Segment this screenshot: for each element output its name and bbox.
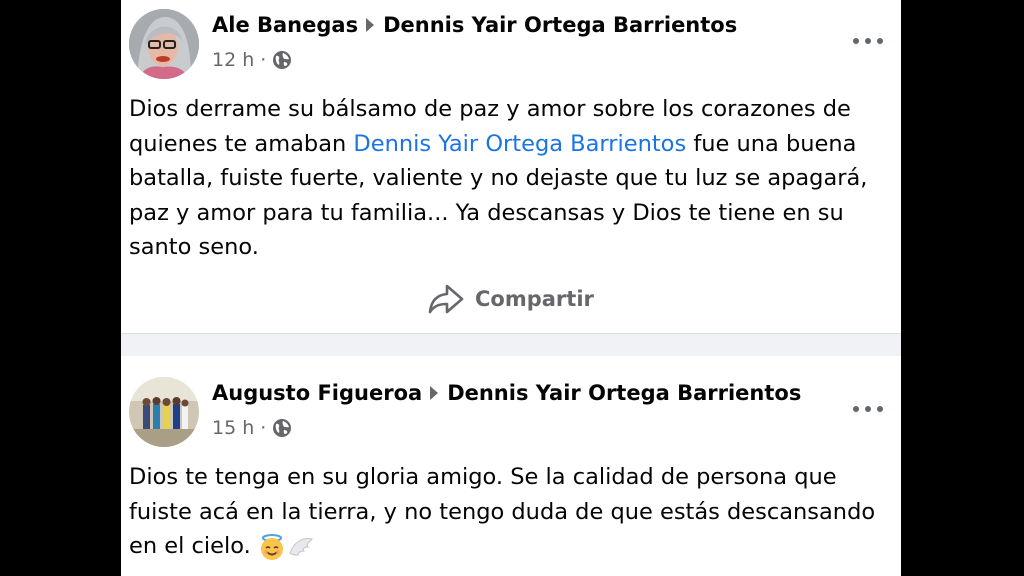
target-name[interactable]: Dennis Yair Ortega Barrientos (383, 13, 737, 37)
author-name[interactable]: Augusto Figueroa (212, 381, 422, 405)
target-name[interactable]: Dennis Yair Ortega Barrientos (447, 381, 801, 405)
post-meta: 12 h · (212, 49, 292, 71)
arrow-right-icon (366, 18, 375, 32)
post-time[interactable]: 15 h (212, 417, 254, 439)
author-avatar[interactable] (129, 377, 199, 447)
post-text: Dios derrame su bálsamo de paz y amor so… (129, 92, 889, 265)
post-header: Augusto Figueroa Dennis Yair Ortega Barr… (212, 381, 801, 405)
post-card: Augusto Figueroa Dennis Yair Ortega Barr… (121, 356, 901, 576)
feed: Ale Banegas Dennis Yair Ortega Barriento… (121, 0, 901, 576)
post-meta: 15 h · (212, 417, 292, 439)
halo-smile-emoji (260, 533, 283, 560)
more-options-icon[interactable] (853, 399, 883, 419)
globe-icon (273, 51, 292, 69)
globe-icon (273, 419, 292, 437)
share-icon (428, 284, 464, 314)
wing-emoji (289, 537, 313, 556)
author-avatar[interactable] (129, 9, 199, 79)
share-label: Compartir (475, 287, 594, 311)
post-header: Ale Banegas Dennis Yair Ortega Barriento… (212, 13, 737, 37)
share-button[interactable]: Compartir (427, 282, 594, 316)
post-time[interactable]: 12 h (212, 49, 254, 71)
more-options-icon[interactable] (853, 31, 883, 51)
post-card: Ale Banegas Dennis Yair Ortega Barriento… (121, 0, 901, 333)
post-text-body: Dios te tenga en su gloria amigo. Se la … (129, 464, 876, 559)
mention-link[interactable]: Dennis Yair Ortega Barrientos (353, 131, 686, 157)
meta-separator: · (260, 417, 267, 439)
avatar-photo (129, 377, 199, 447)
separator-line (121, 333, 901, 334)
post-text: Dios te tenga en su gloria amigo. Se la … (129, 460, 889, 564)
arrow-right-icon (430, 386, 439, 400)
meta-separator: · (260, 49, 267, 71)
author-name[interactable]: Ale Banegas (212, 13, 358, 37)
avatar-photo (129, 9, 199, 79)
